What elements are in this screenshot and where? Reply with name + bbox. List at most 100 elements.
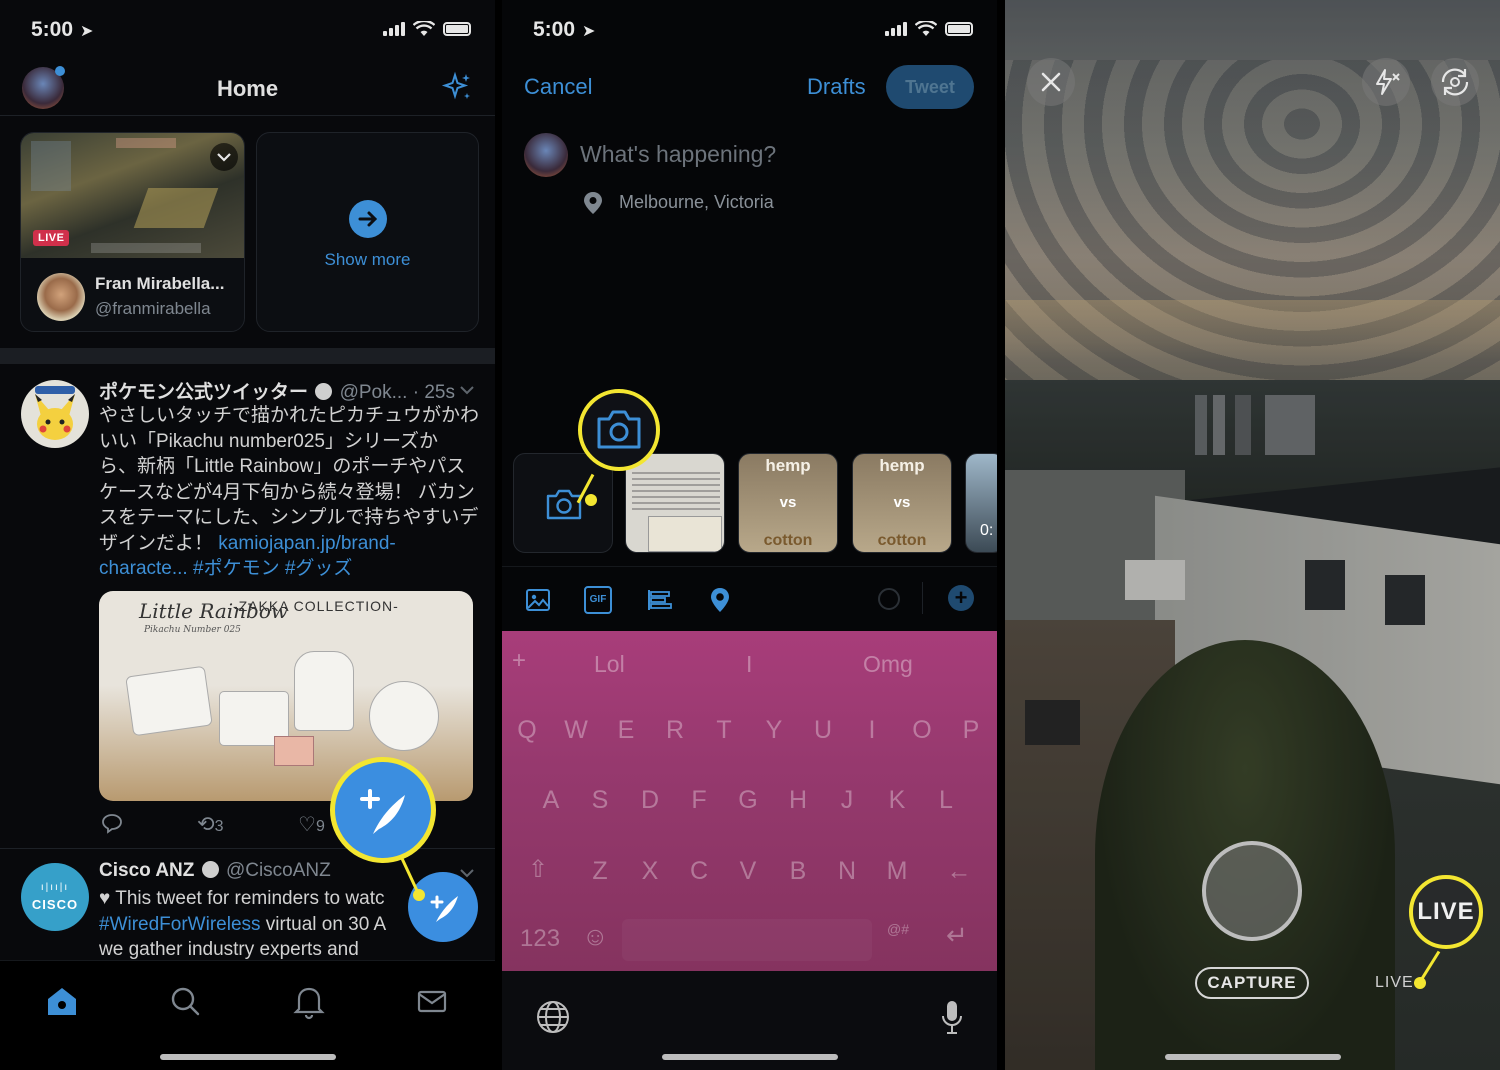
show-more-card[interactable]: Show more (256, 132, 479, 332)
key[interactable]: Y (754, 716, 794, 745)
tweet-line: ケースなどが4月下旬から続々登場！ バカン (99, 481, 475, 503)
numbers-key[interactable]: 123 (520, 925, 560, 953)
key[interactable]: P (951, 716, 991, 745)
key[interactable]: H (778, 786, 818, 815)
key[interactable]: D (630, 786, 670, 815)
tweet-button[interactable]: Tweet (886, 65, 974, 109)
open-camera-button[interactable] (513, 453, 613, 553)
like-action[interactable]: ♡9 (298, 812, 325, 837)
live-mode-button[interactable]: LIVE (1375, 974, 1414, 992)
key[interactable]: K (877, 786, 917, 815)
suggestion-i[interactable]: I (746, 651, 752, 678)
key[interactable]: G (728, 786, 768, 815)
home-tab-icon[interactable] (42, 981, 82, 1021)
drafts-button[interactable]: Drafts (807, 74, 866, 100)
tweet-link[interactable]: kamiojapan.jp/brand- (218, 533, 395, 554)
suggestion-omg[interactable]: Omg (863, 651, 913, 678)
key[interactable]: R (655, 716, 695, 745)
add-thread-button[interactable]: + (948, 585, 974, 611)
key[interactable]: J (827, 786, 867, 815)
reply-icon[interactable] (101, 812, 123, 834)
recent-photo-thumbnail[interactable]: hemp vs cotton (852, 453, 952, 553)
flash-off-icon (1376, 69, 1400, 95)
switch-camera-button[interactable] (1431, 58, 1479, 106)
tweet-body: ♥ This tweet for reminders to watc #Wire… (99, 886, 419, 963)
location-tag[interactable]: Melbourne, Victoria (619, 192, 774, 213)
cisco-avatar[interactable]: ı|ıı|ı CISCO (21, 863, 89, 931)
card-menu-button[interactable] (210, 143, 238, 171)
key[interactable]: E (606, 716, 646, 745)
key[interactable]: I (852, 716, 892, 745)
key[interactable]: F (679, 786, 719, 815)
key[interactable]: Q (507, 716, 547, 745)
key[interactable]: U (803, 716, 843, 745)
capture-mode-button[interactable]: CAPTURE (1195, 967, 1309, 999)
backspace-key-icon[interactable]: ← (939, 857, 979, 886)
status-bar: 5:00 ➤ (0, 18, 495, 44)
tweet-link-continued[interactable]: characte... (99, 558, 188, 579)
recent-photo-thumbnail[interactable]: hemp vs cotton (738, 453, 838, 553)
recent-video-thumbnail[interactable]: 0: (965, 453, 997, 553)
space-key[interactable] (622, 919, 872, 961)
microphone-icon[interactable] (939, 999, 965, 1037)
shift-key-icon[interactable]: ⇧ (518, 855, 558, 884)
cancel-button[interactable]: Cancel (524, 74, 592, 100)
heart-icon: ♡ (298, 814, 316, 836)
recent-photo-thumbnail[interactable] (625, 453, 725, 553)
home-timeline-screen: 5:00 ➤ Home LIVE Fran Mirabella... @fran… (0, 0, 495, 1070)
sparkle-icon[interactable] (441, 71, 473, 103)
tweet-body: やさしいタッチで描かれたピカチュウがかわ いい「Pikachu number02… (99, 403, 479, 582)
live-stream-card[interactable]: LIVE Fran Mirabella... @franmirabella (20, 132, 245, 332)
shutter-button[interactable] (1202, 841, 1302, 941)
tweet-author-name[interactable]: ポケモン公式ツイッター (99, 382, 308, 403)
status-time: 5:00 (31, 18, 74, 41)
gif-icon[interactable]: GIF (584, 586, 612, 614)
pokemon-avatar[interactable] (21, 380, 89, 448)
symbols-key[interactable]: @# (887, 921, 909, 937)
tweet-hashtag[interactable]: #WiredForWireless (99, 914, 261, 935)
tweet-line: いい「Pikachu number025」シリーズか (99, 430, 439, 452)
wifi-icon (413, 21, 435, 36)
tweet-author-name[interactable]: Cisco ANZ (99, 860, 194, 881)
globe-icon[interactable] (535, 999, 571, 1035)
close-camera-button[interactable] (1027, 58, 1075, 106)
key[interactable]: L (926, 786, 966, 815)
compose-tweet-button[interactable] (408, 872, 478, 942)
tweet-hashtags[interactable]: #ポケモン #グッズ (193, 558, 352, 579)
emoji-key-icon[interactable]: ☺ (582, 921, 609, 952)
key[interactable]: B (778, 857, 818, 886)
keyboard-plus-icon[interactable]: + (512, 647, 526, 675)
messages-tab-icon[interactable] (412, 981, 452, 1021)
key[interactable]: M (877, 857, 917, 886)
thumb-caption-bottom: cotton (763, 532, 813, 549)
key[interactable]: T (704, 716, 744, 745)
user-avatar[interactable] (37, 273, 85, 321)
key[interactable]: X (630, 857, 670, 886)
return-key-icon[interactable]: ↵ (946, 920, 968, 951)
verified-badge-icon (201, 861, 219, 878)
search-tab-icon[interactable] (165, 981, 205, 1021)
notifications-tab-icon[interactable] (289, 981, 329, 1021)
image-icon[interactable] (524, 586, 552, 614)
live-user-name[interactable]: Fran Mirabella... (95, 274, 224, 294)
callout-dot (413, 889, 425, 901)
key[interactable]: A (531, 786, 571, 815)
tweet-text-input[interactable]: What's happening? (580, 141, 776, 168)
key[interactable]: S (580, 786, 620, 815)
poll-icon[interactable] (645, 586, 673, 614)
retweet-icon: ⟲ (197, 813, 215, 836)
key[interactable]: N (827, 857, 867, 886)
home-indicator (1164, 1054, 1341, 1060)
key[interactable]: O (902, 716, 942, 745)
tweet-menu-chevron-icon[interactable] (458, 383, 476, 397)
suggestion-lol[interactable]: Lol (594, 651, 625, 678)
key[interactable]: C (679, 857, 719, 886)
location-pin-icon[interactable] (706, 586, 734, 614)
retweet-action[interactable]: ⟲3 (197, 812, 224, 837)
key[interactable]: V (728, 857, 768, 886)
flash-toggle-button[interactable] (1362, 58, 1410, 106)
key[interactable]: Z (580, 857, 620, 886)
key[interactable]: W (556, 716, 596, 745)
on-screen-keyboard: + Lol I Omg Q W E R T Y U I O P A S D F … (502, 631, 997, 971)
location-pin-icon (584, 192, 602, 214)
